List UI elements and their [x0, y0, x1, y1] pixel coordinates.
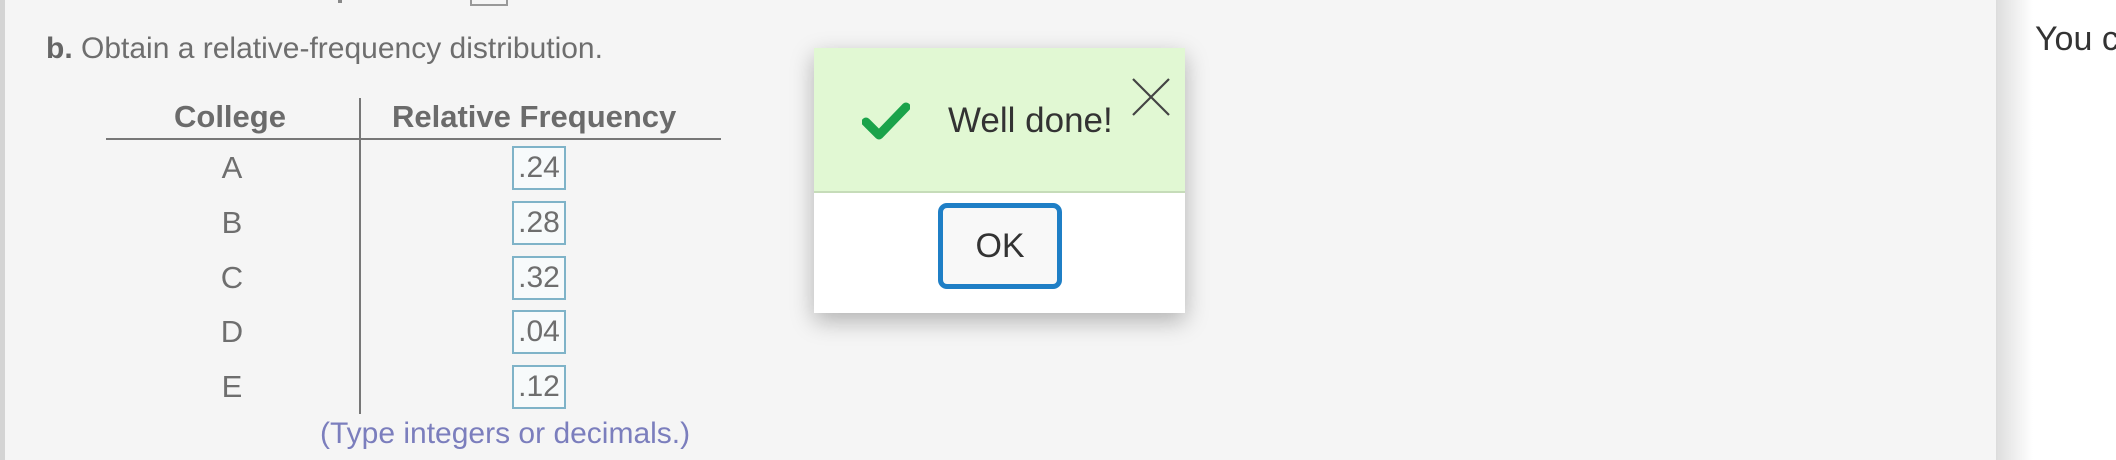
- feedback-dialog: Well done! OK: [814, 48, 1185, 313]
- checkmark-icon: [862, 102, 910, 140]
- answer-field-a[interactable]: .24: [512, 146, 566, 190]
- partial-divider: [338, 0, 342, 3]
- column-header-college: College: [174, 99, 286, 134]
- question-text: Obtain a relative-frequency distribution…: [81, 32, 603, 65]
- feedback-message: Well done!: [948, 101, 1113, 140]
- input-hint: (Type integers or decimals.): [320, 417, 691, 450]
- answer-field-d[interactable]: .04: [512, 310, 566, 354]
- feedback-banner: Well done!: [814, 48, 1185, 193]
- column-header-relative-frequency: Relative Frequency: [392, 99, 677, 134]
- side-panel: [1997, 0, 2116, 460]
- question-prompt: b. Obtain a relative-frequency distribut…: [46, 32, 603, 66]
- row-label-d: D: [220, 314, 244, 349]
- question-letter: b.: [46, 32, 73, 65]
- row-label-a: A: [221, 150, 243, 185]
- row-label-b: B: [221, 205, 243, 240]
- answer-field-e[interactable]: .12: [512, 365, 566, 409]
- answer-field-b[interactable]: .28: [512, 201, 566, 245]
- side-panel-text: You c: [2035, 20, 2116, 58]
- table-column-divider: [359, 98, 361, 414]
- row-label-e: E: [221, 369, 243, 404]
- answer-field-c[interactable]: .32: [512, 256, 566, 300]
- close-icon[interactable]: [1130, 76, 1172, 118]
- row-label-c: C: [220, 260, 244, 295]
- table-header-rule: [106, 138, 721, 140]
- ok-button[interactable]: OK: [938, 203, 1062, 289]
- screen: b. Obtain a relative-frequency distribut…: [0, 0, 2116, 460]
- partial-answer-box: [470, 0, 508, 6]
